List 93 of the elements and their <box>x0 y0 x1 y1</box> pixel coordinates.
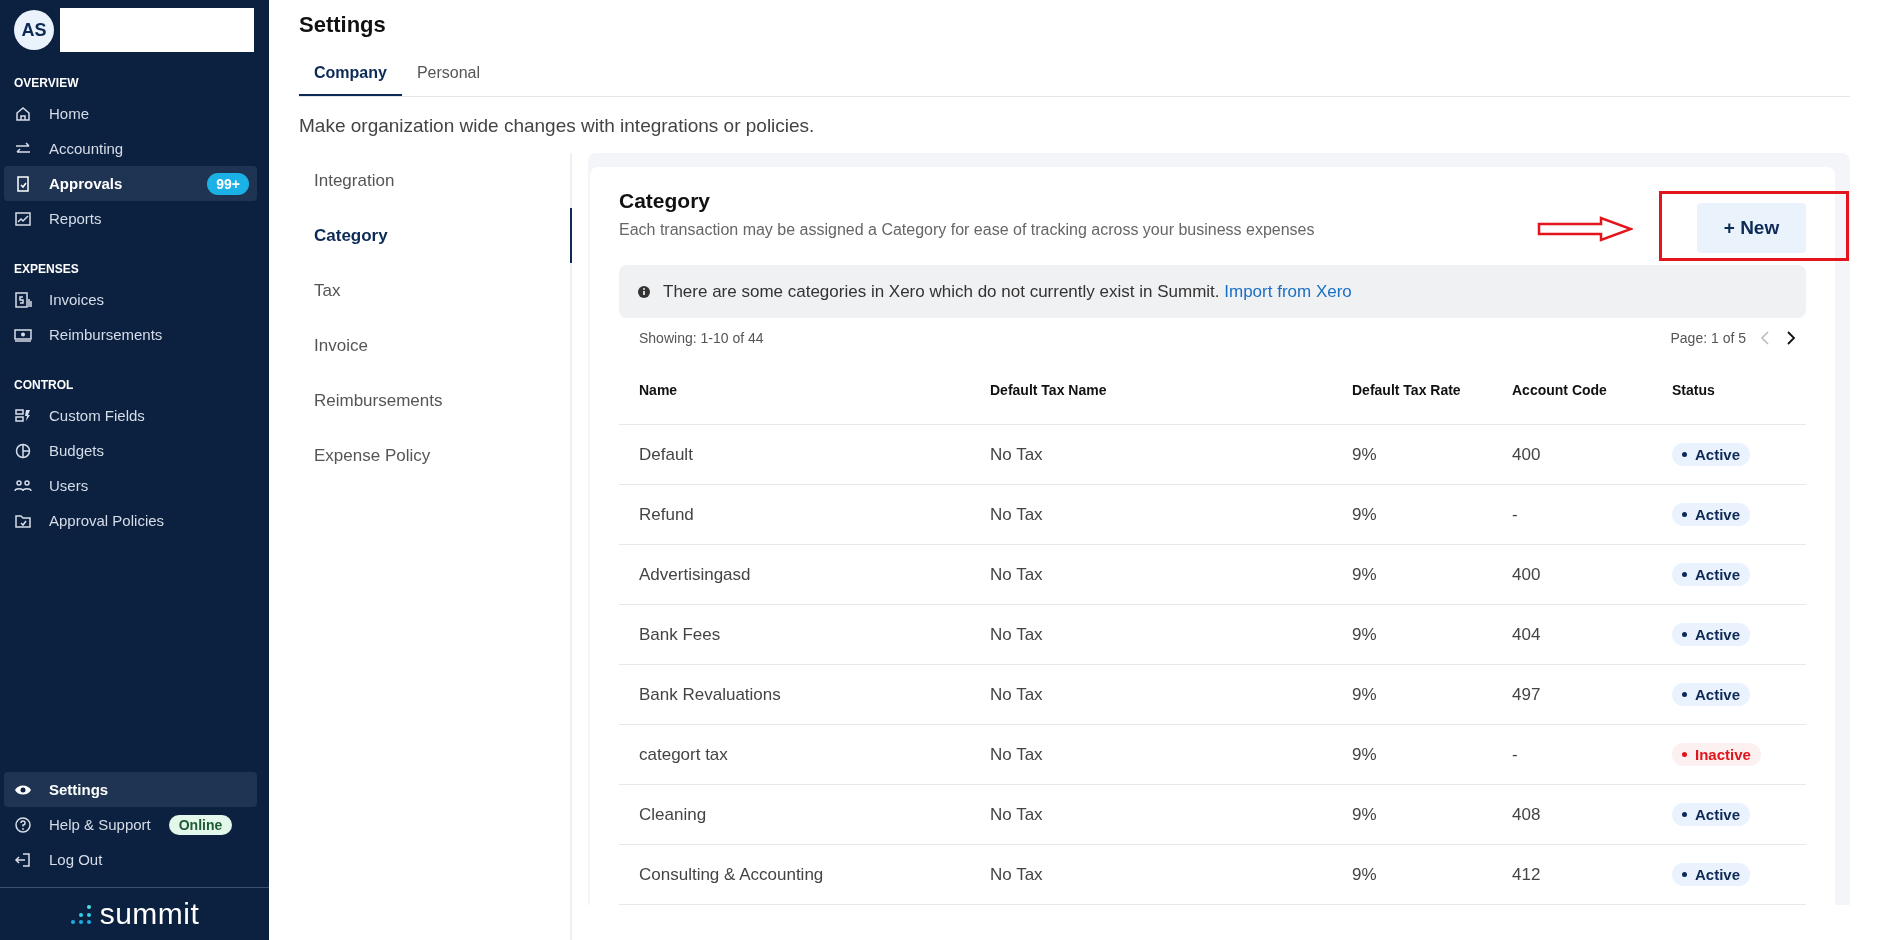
table-cell: No Tax <box>970 485 1332 545</box>
table-cell: Consulting & Accounting <box>619 845 970 905</box>
status-badge: Active <box>1672 503 1751 526</box>
column-header: Account Code <box>1492 356 1652 425</box>
settings-nav-item[interactable]: Expense Policy <box>299 428 572 483</box>
table-cell: No Tax <box>970 605 1332 665</box>
section-heading: EXPENSES <box>13 262 80 276</box>
sidebar-item[interactable]: Invoices <box>4 282 257 317</box>
status-badge: Active <box>1672 863 1751 886</box>
table-cell: No Tax <box>970 845 1332 905</box>
logout-icon <box>14 850 32 869</box>
column-header: Default Tax Name <box>970 356 1332 425</box>
chevron-right-icon[interactable] <box>1784 330 1798 346</box>
settings-nav-item[interactable]: Reimbursements <box>299 373 572 428</box>
user-avatar[interactable]: AS <box>14 10 54 50</box>
page-title: Settings <box>299 12 387 38</box>
table-cell: No Tax <box>970 665 1332 725</box>
table-cell: 400 <box>1492 425 1652 485</box>
table-cell: No Tax <box>970 425 1332 485</box>
sidebar-item[interactable]: Users <box>4 468 257 503</box>
table-cell: Bank Fees <box>619 605 970 665</box>
tab[interactable]: Company <box>299 64 402 96</box>
sidebar-item[interactable]: Approval Policies <box>4 503 257 538</box>
table-cell: Cleaning <box>619 785 970 845</box>
sidebar-item[interactable]: Custom Fields <box>4 398 257 433</box>
status-badge: Active <box>1672 443 1751 466</box>
table-cell: 9% <box>1332 605 1492 665</box>
home-icon <box>14 104 32 123</box>
table-cell: Refund <box>619 485 970 545</box>
table-cell: 404 <box>1492 605 1652 665</box>
sidebar-item[interactable]: Home <box>4 96 257 131</box>
settings-nav-item[interactable]: Tax <box>299 263 572 318</box>
sidebar-item[interactable]: Reimbursements <box>4 317 257 352</box>
settings-nav-item[interactable]: Invoice <box>299 318 572 373</box>
status-badge: Online <box>168 814 233 835</box>
info-message: There are some categories in Xero which do not currently exist in Summit. Import from Xero <box>663 281 1352 302</box>
table-cell: No Tax <box>970 785 1332 845</box>
table-cell: Default <box>619 425 970 485</box>
fields-icon <box>14 406 32 425</box>
table-cell: 408 <box>1492 785 1652 845</box>
section-title: Category <box>619 189 712 213</box>
column-header: Default Tax Rate <box>1332 356 1492 425</box>
table-cell: 9% <box>1332 545 1492 605</box>
info-icon <box>637 284 651 299</box>
new-button[interactable]: + New <box>1697 203 1806 253</box>
sidebar-item[interactable]: Approvals 99+ <box>4 166 257 201</box>
table-cell: - <box>1492 725 1652 785</box>
sidebar-item[interactable]: Accounting <box>4 131 257 166</box>
clipboard-check-icon <box>14 174 32 193</box>
table-cell: - <box>1492 485 1652 545</box>
results-count: Showing: 1-10 of 44 <box>639 330 764 346</box>
chart-icon <box>14 209 32 228</box>
column-header: Name <box>619 356 970 425</box>
table-cell: 9% <box>1332 845 1492 905</box>
invoice-icon <box>14 290 32 309</box>
sidebar-item[interactable]: Budgets <box>4 433 257 468</box>
sidebar-item[interactable]: Help & Support Online <box>4 807 257 842</box>
status-badge: Active <box>1672 683 1751 706</box>
table-cell: No Tax <box>970 545 1332 605</box>
column-header: Status <box>1652 356 1806 425</box>
tab[interactable]: Personal <box>401 64 496 96</box>
count-badge: 99+ <box>207 172 249 195</box>
table-cell: 9% <box>1332 785 1492 845</box>
status-badge: Active <box>1672 803 1751 826</box>
settings-nav-item[interactable]: Category <box>299 208 572 263</box>
import-link[interactable]: Import from Xero <box>1224 281 1352 301</box>
sidebar-item[interactable]: Log Out <box>4 842 257 877</box>
sidebar-item[interactable]: Settings <box>4 772 257 807</box>
table-cell: 497 <box>1492 665 1652 725</box>
section-heading: CONTROL <box>13 378 75 392</box>
sidebar-item[interactable]: Reports <box>4 201 257 236</box>
section-description: Each transaction may be assigned a Category for ease of tracking across your business expenses <box>619 220 1315 240</box>
table-cell: 9% <box>1332 485 1492 545</box>
status-badge: Active <box>1672 563 1751 586</box>
dots-logo-icon <box>69 903 92 925</box>
table-cell: 9% <box>1332 425 1492 485</box>
section-heading: OVERVIEW <box>13 76 80 90</box>
table-cell: Bank Revaluations <box>619 665 970 725</box>
brand-logo: summit <box>99 897 200 931</box>
pie-icon <box>14 441 32 460</box>
table-cell: 412 <box>1492 845 1652 905</box>
status-badge: Active <box>1672 623 1751 646</box>
table-cell: Advertisingasd <box>619 545 970 605</box>
settings-nav-item[interactable]: Integration <box>299 153 572 208</box>
help-icon <box>14 815 32 834</box>
page-indicator: Page: 1 of 5 <box>1670 330 1746 346</box>
table-cell: categort tax <box>619 725 970 785</box>
status-badge: Inactive <box>1672 743 1761 766</box>
table-cell: No Tax <box>970 725 1332 785</box>
page-subtitle: Make organization wide changes with integrations or policies. <box>299 115 816 137</box>
table-cell: 9% <box>1332 725 1492 785</box>
table-cell: 400 <box>1492 545 1652 605</box>
table-cell: 9% <box>1332 665 1492 725</box>
